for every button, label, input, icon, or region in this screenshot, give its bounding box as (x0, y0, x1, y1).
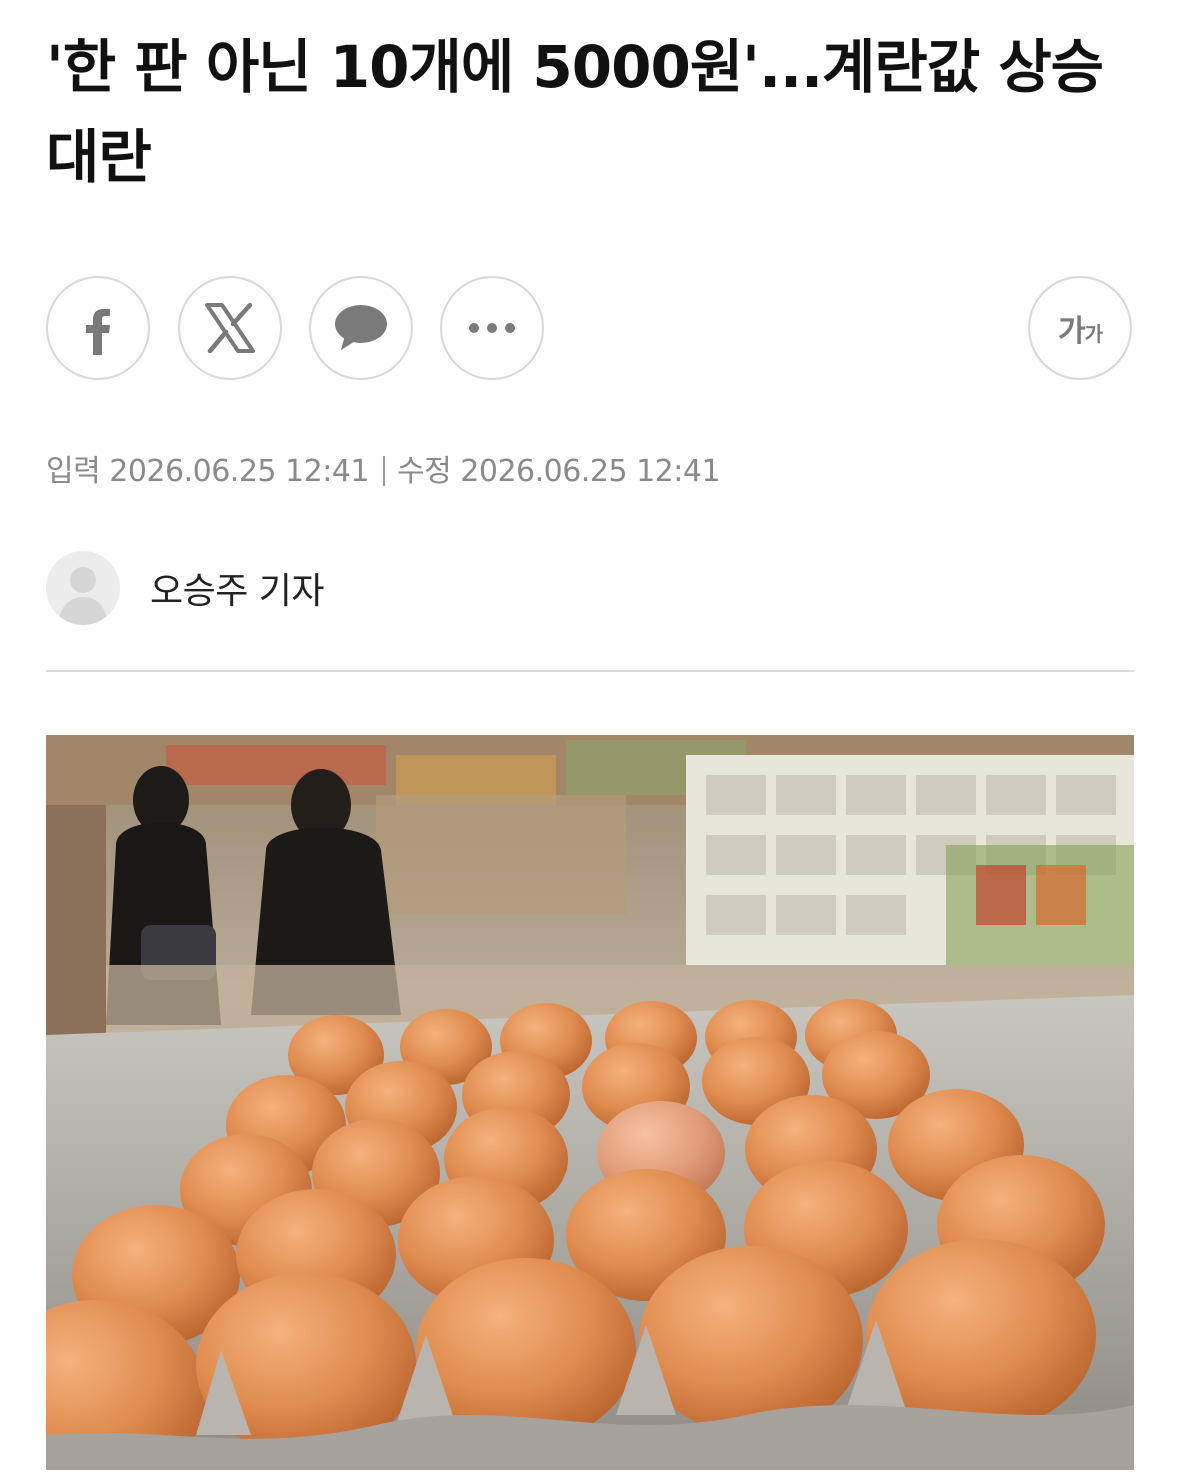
article-headline: '한 판 아닌 10개에 5000원'...계란값 상승 대란 (46, 33, 1104, 191)
author-name: 오승주 기자 (150, 571, 325, 612)
x-icon (205, 303, 255, 353)
modified-label: 수정 (397, 454, 452, 489)
default-avatar-icon (58, 567, 108, 625)
article-photo (46, 735, 1134, 1470)
avatar (46, 551, 120, 625)
modified-time: 2026.06.25 12:41 (460, 454, 721, 489)
author-byline[interactable]: 오승주 기자 (46, 550, 325, 626)
more-icon (469, 323, 515, 333)
font-size-button[interactable]: 가가 (1028, 276, 1132, 380)
content-divider (46, 670, 1134, 672)
font-size-label-small: 가 (1084, 322, 1103, 346)
kakaotalk-speech-bubble-icon (335, 305, 387, 350)
kakaotalk-share-button[interactable] (309, 276, 413, 380)
font-size-label-large: 가 (1057, 314, 1086, 349)
dateline-separator (383, 456, 386, 486)
more-share-button[interactable] (440, 276, 544, 380)
facebook-icon (86, 309, 110, 355)
published-label: 입력 (46, 454, 101, 489)
facebook-share-button[interactable] (46, 276, 150, 380)
font-size-icon: 가가 (1057, 306, 1103, 350)
published-time: 2026.06.25 12:41 (109, 454, 370, 489)
x-share-button[interactable] (178, 276, 282, 380)
share-toolbar: 가가 (46, 276, 1134, 382)
article-dateline: 입력 2026.06.25 12:41 수정 2026.06.25 12:41 (46, 446, 721, 490)
